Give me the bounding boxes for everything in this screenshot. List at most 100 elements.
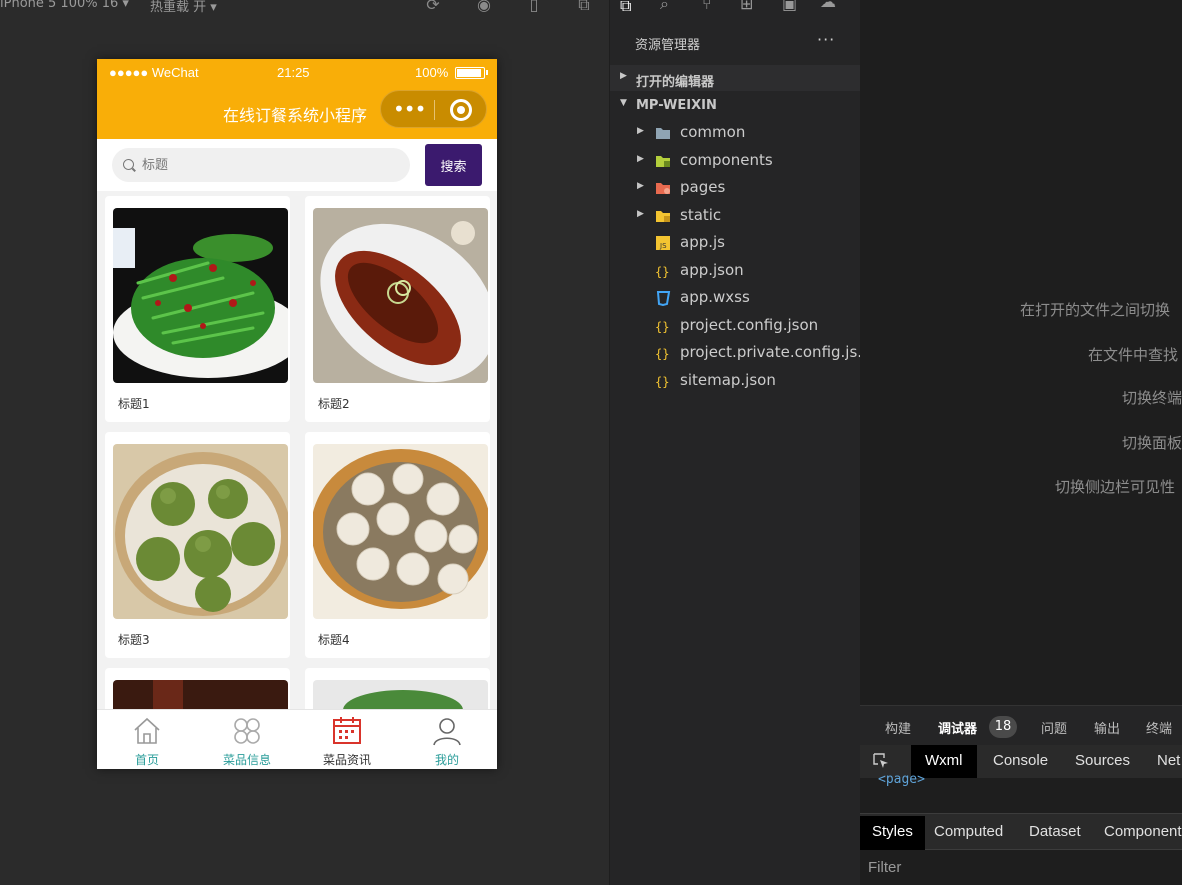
tab-network[interactable]: Net (1157, 752, 1180, 769)
menu-capsule[interactable]: ••• (380, 90, 487, 128)
tab-styles[interactable]: Styles (860, 816, 925, 850)
save-icon[interactable]: ▣ (782, 0, 797, 13)
debugger-count-badge: 18 (989, 716, 1017, 738)
hint-toggle-sidebar: 切换侧边栏可见性 (1055, 478, 1176, 496)
chevron-right-icon: ▶ (637, 181, 644, 191)
dish-card[interactable]: 标题2 (305, 196, 490, 422)
source-control-icon[interactable]: ⑂ (702, 0, 712, 13)
tab-console[interactable]: Console (993, 752, 1048, 769)
file-name: pages (680, 178, 726, 196)
battery-icon (455, 67, 485, 79)
svg-text:{}: {} (655, 375, 669, 389)
section-project[interactable]: ▼ MP-WEIXIN (610, 92, 860, 118)
more-actions-icon[interactable]: ··· (817, 30, 835, 49)
phone-icon[interactable]: ▯ (525, 0, 543, 14)
section-open-editors[interactable]: ▶ 打开的编辑器 (610, 65, 860, 91)
search-bar: 搜索 (97, 139, 497, 191)
search-icon[interactable]: ⌕ (660, 0, 669, 14)
device-select[interactable]: iPhone 5 100% 16 ▾ (0, 0, 129, 11)
explorer-icon[interactable]: ⧉ (620, 0, 631, 16)
tree-item-app-js[interactable]: JS app.js (610, 230, 860, 257)
tree-item-project-private-config[interactable]: {} project.private.config.js... (610, 340, 872, 367)
tree-item-common[interactable]: ▶ common (610, 120, 860, 147)
hint-toggle-panel: 切换面板 (1122, 434, 1182, 452)
dish-card[interactable]: 标题3 (105, 432, 290, 658)
hot-reload-select[interactable]: 热重载 开 ▾ (150, 0, 217, 15)
close-miniprogram-icon[interactable] (450, 99, 472, 121)
refresh-icon[interactable]: ⟳ (424, 0, 442, 14)
tab-dishes[interactable]: 菜品信息 (197, 710, 297, 769)
file-name: app.wxss (680, 288, 750, 306)
section-label: 打开的编辑器 (636, 75, 715, 90)
section-label: MP-WEIXIN (636, 98, 717, 113)
status-bar: ●●●●● WeChat 21:25 100% (97, 59, 497, 87)
more-dots-icon[interactable]: ••• (393, 97, 426, 121)
inspect-element-icon[interactable] (872, 752, 890, 770)
phone-simulator: ●●●●● WeChat 21:25 100% 在线订餐系统小程序 ••• 搜索 (97, 59, 497, 769)
json-file-icon: {} (655, 320, 669, 334)
calendar-icon (333, 717, 361, 744)
tab-computed[interactable]: Computed (934, 823, 1003, 840)
wxml-node[interactable]: <page> (878, 772, 925, 787)
search-input[interactable] (112, 148, 410, 182)
tab-debugger[interactable]: 调试器 (938, 718, 977, 737)
tree-item-static[interactable]: ▶ static (610, 203, 860, 230)
tab-dataset[interactable]: Dataset (1029, 823, 1081, 840)
tab-terminal[interactable]: 终端 (1146, 718, 1172, 737)
dish-title: 标题2 (318, 397, 350, 411)
svg-text:{}: {} (655, 265, 669, 279)
tree-item-project-config[interactable]: {} project.config.json (610, 313, 860, 340)
tree-item-app-wxss[interactable]: app.wxss (610, 285, 860, 312)
dish-image (313, 208, 488, 383)
stop-icon[interactable]: ◉ (475, 0, 493, 14)
user-icon (433, 718, 461, 746)
tree-item-components[interactable]: ▶ components (610, 148, 860, 175)
activity-bar: ⧉ ⌕ ⑂ ⊞ ▣ ☁ (610, 0, 860, 22)
battery-percent: 100% (415, 65, 449, 80)
hint-switch-files: 在打开的文件之间切换 (1020, 301, 1171, 319)
editor-area: 在打开的文件之间切换 在文件中查找 切换终端 切换面板 切换侧边栏可见性 构建 … (860, 0, 1182, 885)
chevron-right-icon: ▶ (637, 209, 644, 219)
dish-title: 标题4 (318, 633, 350, 647)
tab-mine[interactable]: 我的 (397, 710, 497, 769)
json-file-icon: {} (655, 265, 669, 279)
tab-output[interactable]: 输出 (1094, 718, 1120, 737)
dish-card[interactable]: 标题4 (305, 432, 490, 658)
nav-bar: 在线订餐系统小程序 ••• (97, 87, 497, 139)
hint-toggle-terminal: 切换终端 (1122, 389, 1182, 407)
wxml-tree: <page> (860, 772, 1182, 814)
battery-tip (486, 70, 488, 75)
hint-find-in-files: 在文件中查找 (1088, 346, 1179, 364)
js-file-icon: JS (656, 236, 670, 250)
explorer-title: 资源管理器 (635, 38, 701, 53)
json-file-icon: {} (655, 347, 669, 361)
tab-news[interactable]: 菜品资讯 (297, 710, 397, 769)
static-folder-icon (656, 211, 670, 222)
styles-filter-input[interactable] (864, 855, 1180, 879)
dish-title: 标题3 (118, 633, 150, 647)
tree-item-pages[interactable]: ▶ pages (610, 175, 860, 202)
tree-item-app-json[interactable]: {} app.json (610, 258, 860, 285)
tab-sources[interactable]: Sources (1075, 752, 1130, 769)
tab-problems[interactable]: 问题 (1041, 718, 1067, 737)
css-file-icon (656, 291, 671, 306)
tab-bar: 首页 菜品信息 菜品资讯 我的 (97, 709, 497, 769)
tree-item-sitemap[interactable]: {} sitemap.json (610, 368, 860, 395)
dish-card[interactable]: 标题1 (105, 196, 290, 422)
search-button[interactable]: 搜索 (425, 144, 482, 186)
extensions-icon[interactable]: ⊞ (740, 0, 753, 13)
tab-home[interactable]: 首页 (97, 710, 197, 769)
cloud-icon[interactable]: ☁ (820, 0, 836, 11)
dish-image (113, 208, 288, 383)
copy-window-icon[interactable]: ⧉ (575, 0, 593, 14)
components-folder-icon (656, 156, 670, 167)
chevron-down-icon: ▼ (620, 98, 627, 108)
tab-label: 菜品信息 (222, 753, 271, 767)
file-name: static (680, 206, 722, 224)
tab-component[interactable]: Component (1104, 823, 1182, 840)
file-name: common (680, 123, 746, 141)
dish-title: 标题1 (118, 397, 150, 411)
status-time: 21:25 (277, 65, 310, 80)
tab-build[interactable]: 构建 (885, 718, 911, 737)
file-name: project.config.json (680, 316, 819, 334)
